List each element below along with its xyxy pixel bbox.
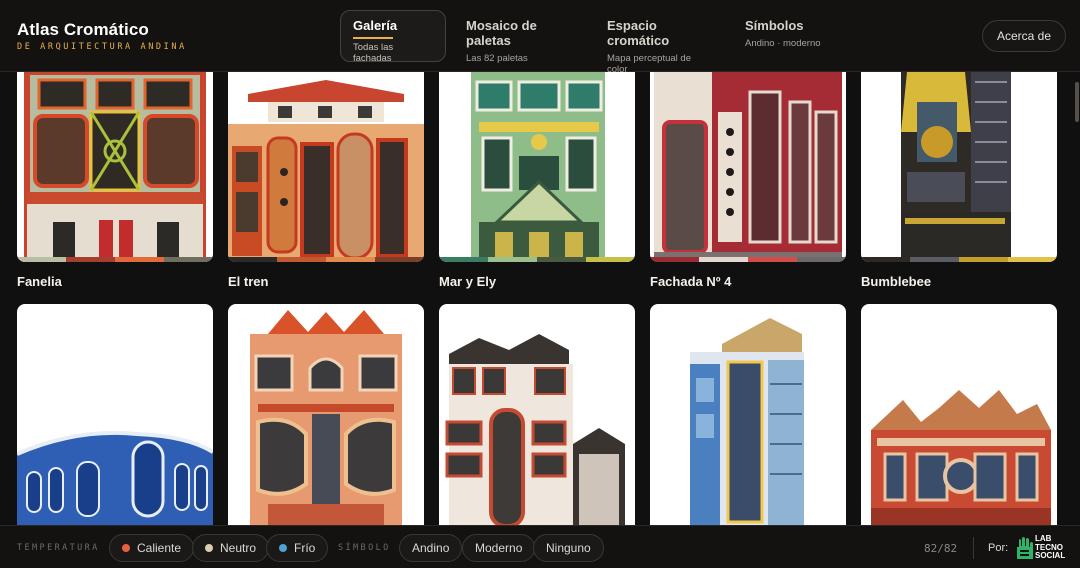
filter-neutro[interactable]: Neutro: [192, 534, 270, 562]
facade-image: [650, 72, 846, 262]
lab-logo-text: LAB TECNO SOCIAL: [1035, 534, 1066, 561]
filter-caliente[interactable]: Caliente: [109, 534, 195, 562]
palette-strip: [439, 257, 635, 262]
facade-card[interactable]: Bumblebee: [861, 72, 1057, 289]
facade-image: [861, 72, 1057, 262]
facade-card[interactable]: [17, 304, 213, 525]
tab-espacio[interactable]: Espacio cromático Mapa perceptual de col…: [595, 10, 725, 75]
chip-label: Caliente: [137, 541, 182, 555]
gallery-scrollbar[interactable]: [1075, 82, 1079, 122]
chip-label: Frío: [294, 541, 316, 555]
tab-sublabel: Las 82 paletas: [466, 53, 528, 64]
tab-label: Mosaico de paletas: [466, 18, 537, 48]
hand-logo-icon[interactable]: [1014, 535, 1034, 561]
tab-sublabel: Todas las fachadas: [353, 42, 394, 64]
main-nav: Galería Todas las fachadas Mosaico de pa…: [340, 10, 841, 75]
facade-name: El tren: [228, 274, 269, 289]
facade-image: [228, 304, 424, 525]
tab-label: Galería: [353, 18, 398, 33]
facade-image: [17, 304, 213, 525]
palette-strip: [17, 257, 213, 262]
brand[interactable]: Atlas Cromático DE ARQUITECTURA ANDINA: [17, 20, 187, 52]
lab-line: SOCIAL: [1035, 551, 1066, 560]
tab-galeria[interactable]: Galería Todas las fachadas: [340, 10, 446, 64]
palette-strip: [650, 257, 846, 262]
tab-label: Espacio cromático: [607, 18, 670, 48]
brand-title: Atlas Cromático: [17, 20, 149, 39]
warm-dot-icon: [122, 544, 130, 552]
divider: [973, 537, 974, 559]
filter-ninguno[interactable]: Ninguno: [533, 534, 604, 562]
palette-strip: [861, 257, 1057, 262]
cold-dot-icon: [279, 544, 287, 552]
facade-name: Fanelia: [17, 274, 62, 289]
temperature-label: TEMPERATURA: [17, 543, 100, 553]
facade-image: [439, 304, 635, 525]
neutral-dot-icon: [205, 544, 213, 552]
facade-card[interactable]: El tren: [228, 72, 424, 289]
result-count: 82/82: [924, 542, 958, 555]
about-button[interactable]: Acerca de: [981, 20, 1066, 52]
facade-gallery: Fanelia El tren Mar y Ely Fachada Nº 4 B…: [0, 72, 1080, 525]
tab-simbolos[interactable]: Símbolos Andino · moderno: [733, 10, 833, 62]
tab-label: Símbolos: [745, 18, 804, 33]
filter-moderno[interactable]: Moderno: [462, 534, 536, 562]
facade-name: Bumblebee: [861, 274, 932, 289]
credit-label: Por:: [988, 542, 1009, 554]
facade-card[interactable]: [650, 304, 846, 525]
facade-name: Mar y Ely: [439, 274, 497, 289]
facade-card[interactable]: Mar y Ely: [439, 72, 635, 289]
facade-card[interactable]: Fanelia: [17, 72, 213, 289]
tab-sublabel: Andino · moderno: [745, 38, 821, 49]
symbol-label: SÍMBOLO: [338, 543, 391, 553]
chip-label: Neutro: [220, 541, 257, 555]
brand-subtitle: DE ARQUITECTURA ANDINA: [17, 42, 187, 52]
palette-strip: [228, 257, 424, 262]
facade-image: [650, 304, 846, 525]
facade-image: [439, 72, 635, 262]
tab-mosaico[interactable]: Mosaico de paletas Las 82 paletas: [454, 10, 587, 64]
facade-card[interactable]: [439, 304, 635, 525]
facade-card[interactable]: Fachada Nº 4: [650, 72, 846, 289]
facade-card[interactable]: [861, 304, 1057, 525]
filter-bar: TEMPERATURA Caliente Neutro Frío SÍMBOLO…: [0, 525, 1080, 568]
active-tab-underline: [353, 37, 393, 39]
filter-andino[interactable]: Andino: [399, 534, 463, 562]
facade-image: [228, 72, 424, 262]
facade-card[interactable]: [228, 304, 424, 525]
facade-image: [861, 304, 1057, 525]
facade-name: Fachada Nº 4: [650, 274, 732, 289]
filter-frio[interactable]: Frío: [266, 534, 329, 562]
top-bar: Atlas Cromático DE ARQUITECTURA ANDINA G…: [0, 0, 1080, 75]
facade-image: [17, 72, 213, 262]
